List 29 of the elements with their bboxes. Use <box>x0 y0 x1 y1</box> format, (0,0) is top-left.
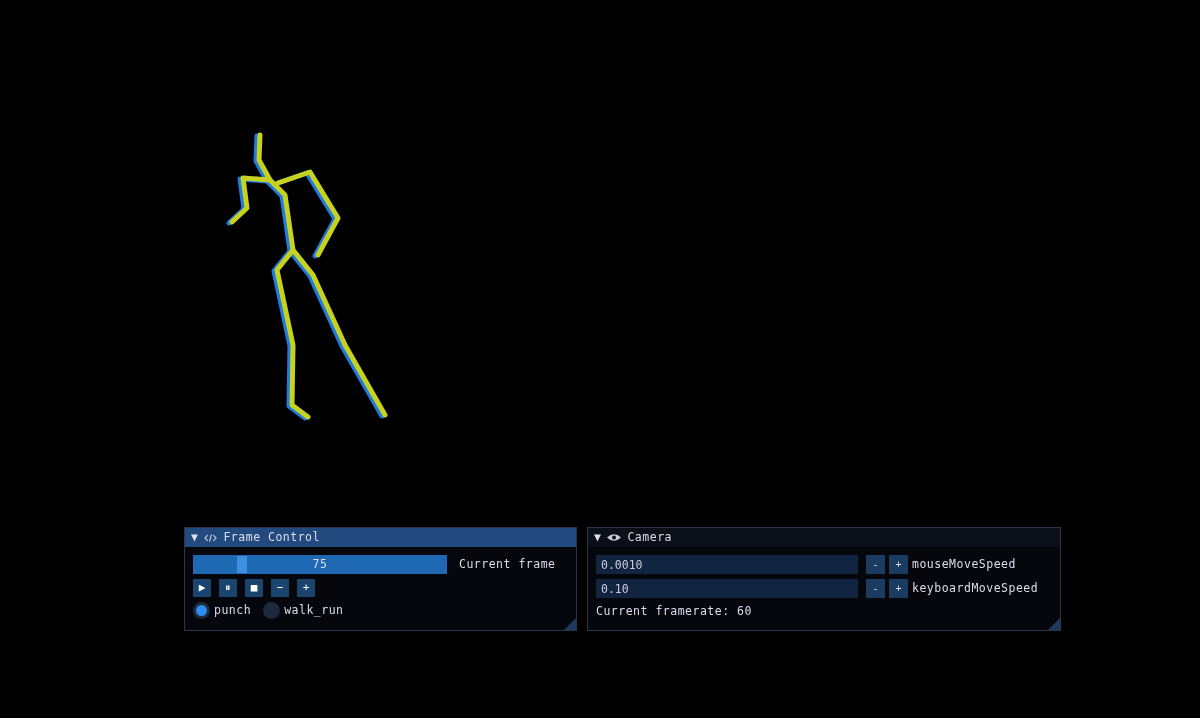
playback-button[interactable]: ▶ <box>193 579 211 597</box>
field-label: mouseMoveSpeed <box>912 555 1016 573</box>
collapse-toggle[interactable]: ▼ <box>191 528 199 547</box>
eye-icon <box>607 533 622 542</box>
decrement-button[interactable]: - <box>866 555 885 574</box>
number-field[interactable]: 0.10 <box>596 579 858 598</box>
code-icon <box>204 532 218 543</box>
slider-value: 75 <box>312 557 328 571</box>
frame-slider[interactable]: 75 <box>193 555 447 574</box>
radio-button[interactable] <box>193 602 210 620</box>
playback-button[interactable]: − <box>271 579 289 597</box>
playback-button[interactable]: + <box>297 579 315 597</box>
decrement-button[interactable]: - <box>866 579 885 598</box>
field-label: keyboardMoveSpeed <box>912 579 1039 597</box>
playback-button[interactable]: ■ <box>245 579 263 597</box>
radio-label: walk_run <box>284 602 344 619</box>
increment-button[interactable]: + <box>889 555 908 574</box>
increment-button[interactable]: + <box>889 579 908 598</box>
slider-label: Current frame <box>459 555 556 573</box>
playback-button[interactable]: ⏸ <box>219 579 237 597</box>
panel-title: Camera <box>627 528 672 546</box>
framerate-text: Current framerate: 60 <box>596 603 753 620</box>
panel-title: Frame Control <box>223 528 320 546</box>
number-field[interactable]: 0.0010 <box>596 555 858 574</box>
resize-grip[interactable] <box>1048 618 1060 630</box>
collapse-toggle[interactable]: ▼ <box>594 528 602 547</box>
radio-button[interactable] <box>263 602 281 620</box>
slider-thumb[interactable] <box>236 556 247 573</box>
radio-label: punch <box>214 602 252 619</box>
